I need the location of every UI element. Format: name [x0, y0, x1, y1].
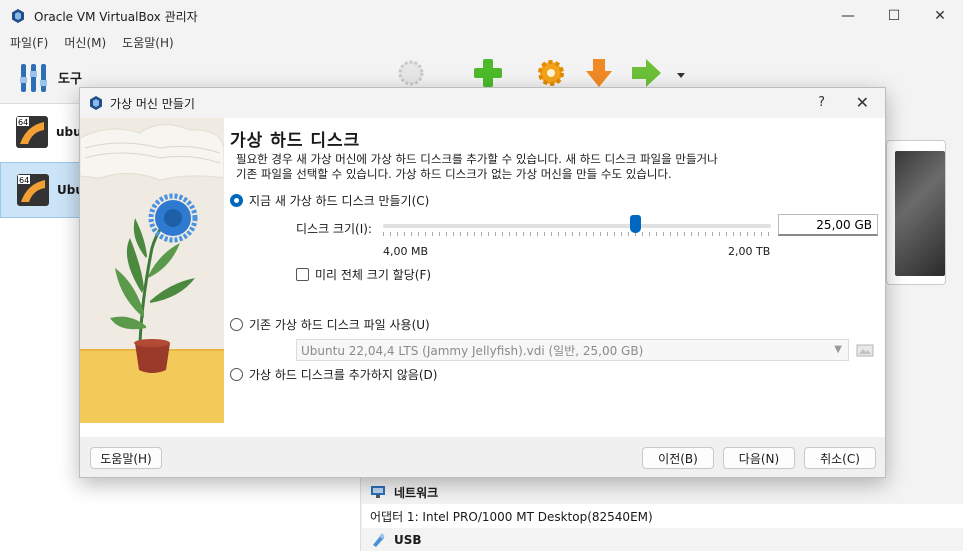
existing-disk-value: Ubuntu 22,04,4 LTS (Jammy Jellyfish).vdi… [301, 343, 644, 358]
window-controls: — ☐ ✕ [825, 0, 963, 32]
slider-min-label: 4,00 MB [383, 245, 429, 258]
existing-disk-radio[interactable] [230, 318, 243, 331]
dialog-help-button[interactable]: ? [818, 95, 825, 110]
usb-title: USB [394, 532, 422, 547]
maximize-button[interactable]: ☐ [871, 0, 917, 32]
create-disk-radio[interactable] [230, 194, 243, 207]
close-button[interactable]: ✕ [917, 0, 963, 32]
usb-icon [373, 532, 385, 547]
existing-disk-label: 기존 가상 하드 디스크 파일 사용(U) [249, 318, 430, 332]
svg-text:64: 64 [18, 118, 28, 127]
vm-name: ubu [56, 125, 82, 139]
dialog-title: 가상 머신 만들기 [110, 96, 195, 111]
chevron-down-icon: ▼ [834, 344, 842, 355]
network-icon [371, 486, 385, 498]
disk-size-input[interactable] [778, 214, 878, 236]
menu-file[interactable]: 파일(F) [10, 34, 48, 51]
create-vm-dialog: 가상 머신 만들기 ? ✕ 가상 하드 디스크 필요한 경우 새 가상 머신에 … [79, 87, 886, 478]
no-disk-radio[interactable] [230, 368, 243, 381]
existing-disk-option[interactable]: 기존 가상 하드 디스크 파일 사용(U) [230, 316, 430, 333]
slider-max-label: 2,00 TB [728, 245, 771, 258]
description-line: 기존 파일을 선택할 수 있습니다. 가상 하드 디스크가 없는 가상 머신을 … [236, 167, 672, 181]
create-disk-label: 지금 새 가상 하드 디스크 만들기(C) [249, 194, 430, 208]
dialog-content: 가상 하드 디스크 필요한 경우 새 가상 머신에 가상 하드 디스크를 추가할… [230, 118, 880, 423]
existing-disk-select[interactable]: Ubuntu 22,04,4 LTS (Jammy Jellyfish).vdi… [296, 339, 849, 361]
svg-text:64: 64 [19, 176, 29, 185]
ubuntu-64-os-icon: 64 [16, 116, 48, 148]
preallocate-label: 미리 전체 크기 할당(F) [315, 268, 432, 282]
usb-section-header[interactable]: USB [362, 528, 963, 551]
virtualbox-logo-icon [12, 9, 24, 23]
ubuntu-64-os-icon: 64 [17, 174, 49, 206]
no-disk-label: 가상 하드 디스크를 추가하지 않음(D) [249, 368, 438, 382]
window-titlebar: Oracle VM VirtualBox 관리자 — ☐ ✕ [0, 0, 963, 32]
network-adapter-row: 어댑터 1: Intel PRO/1000 MT Desktop(82540EM… [362, 504, 963, 528]
menu-machine[interactable]: 머신(M) [64, 34, 106, 51]
browse-file-button[interactable] [854, 339, 876, 361]
discard-arrow-icon[interactable] [582, 56, 616, 90]
disk-size-label: 디스크 크기(I): [296, 222, 372, 236]
create-disk-option[interactable]: 지금 새 가상 하드 디스크 만들기(C) [230, 192, 429, 209]
virtualbox-logo-icon [90, 96, 102, 110]
minimize-button[interactable]: — [825, 0, 871, 32]
page-description: 필요한 경우 새 가상 머신에 가상 하드 디스크를 추가할 수 있습니다. 새… [236, 152, 856, 182]
menu-bar: 파일(F) 머신(M) 도움말(H) [0, 32, 963, 52]
disk-size-slider-handle[interactable] [629, 215, 641, 233]
dialog-footer: 도움말(H) 이전(B) 다음(N) 취소(C) [80, 437, 885, 477]
tools-label: 도구 [58, 72, 82, 87]
page-title: 가상 하드 디스크 [230, 131, 361, 151]
folder-image-icon [856, 344, 874, 357]
start-arrow-icon[interactable] [629, 56, 663, 90]
vm-preview [886, 140, 946, 285]
tools-icon [20, 63, 47, 92]
disk-size-slider-track[interactable] [383, 224, 771, 228]
dialog-close-button[interactable]: ✕ [856, 93, 869, 112]
no-disk-option[interactable]: 가상 하드 디스크를 추가하지 않음(D) [230, 366, 437, 383]
help-button[interactable]: 도움말(H) [90, 447, 162, 469]
description-line: 필요한 경우 새 가상 머신에 가상 하드 디스크를 추가할 수 있습니다. 새… [236, 152, 718, 166]
preallocate-checkbox[interactable] [296, 268, 309, 281]
back-button[interactable]: 이전(B) [642, 447, 714, 469]
dialog-titlebar: 가상 머신 만들기 ? ✕ [80, 88, 885, 118]
disk-size-slider-ticks [383, 232, 771, 236]
menu-help[interactable]: 도움말(H) [122, 34, 174, 51]
chevron-down-icon[interactable] [676, 72, 686, 80]
network-title: 네트워크 [394, 485, 439, 500]
window-title: Oracle VM VirtualBox 관리자 [34, 9, 198, 24]
cancel-button[interactable]: 취소(C) [804, 447, 876, 469]
network-adapter-text: 어댑터 1: Intel PRO/1000 MT Desktop(82540EM… [370, 509, 653, 524]
next-button[interactable]: 다음(N) [723, 447, 795, 469]
preallocate-option[interactable]: 미리 전체 크기 할당(F) [296, 266, 431, 283]
settings-disabled-icon [398, 60, 424, 86]
new-vm-icon[interactable] [471, 56, 505, 90]
wizard-illustration [80, 118, 224, 423]
network-section-header[interactable]: 네트워크 [362, 480, 963, 504]
settings-gear-icon[interactable] [534, 56, 568, 90]
